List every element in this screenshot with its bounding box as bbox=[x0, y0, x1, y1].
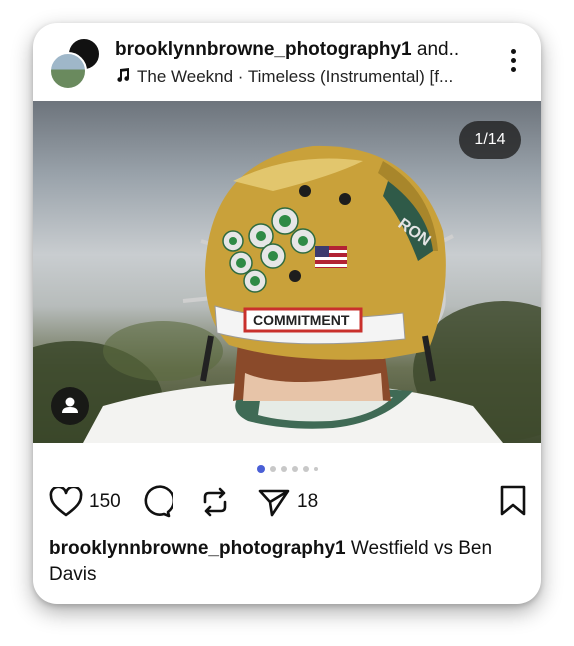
share-count[interactable]: 18 bbox=[297, 491, 318, 513]
repost-action[interactable] bbox=[199, 481, 231, 523]
author-avatars[interactable] bbox=[49, 37, 103, 91]
post-actions: 150 18 bbox=[49, 481, 529, 523]
carousel-dot bbox=[270, 465, 276, 472]
post-caption: brooklynnbrowne_photography1 Westfield v… bbox=[49, 536, 519, 588]
heart-icon[interactable] bbox=[49, 487, 83, 517]
bookmark-icon[interactable] bbox=[499, 485, 527, 517]
share-action[interactable]: 18 bbox=[257, 481, 318, 523]
carousel-dot bbox=[257, 464, 265, 473]
music-note-icon bbox=[115, 67, 131, 88]
music-track: The Weeknd · Timeless (Instrumental) [f.… bbox=[137, 67, 454, 86]
carousel-page-counter: 1/14 bbox=[459, 121, 521, 159]
like-count[interactable]: 150 bbox=[89, 491, 121, 513]
coauthors-suffix[interactable]: and.. bbox=[412, 39, 459, 60]
carousel-dot bbox=[303, 465, 309, 472]
author-avatar[interactable] bbox=[49, 52, 87, 90]
carousel-indicator bbox=[257, 460, 323, 473]
carousel-dot bbox=[281, 465, 287, 472]
more-vert-icon[interactable] bbox=[503, 49, 523, 79]
caption-username[interactable]: brooklynnbrowne_photography1 bbox=[49, 538, 346, 559]
comment-action[interactable] bbox=[139, 481, 173, 523]
bookmark-action[interactable] bbox=[499, 485, 527, 522]
post-card: brooklynnbrowne_photography1 and.. The W… bbox=[33, 23, 541, 604]
author-username[interactable]: brooklynnbrowne_photography1 bbox=[115, 39, 412, 60]
carousel-dot bbox=[292, 465, 298, 472]
post-authors[interactable]: brooklynnbrowne_photography1 and.. bbox=[115, 39, 487, 61]
repost-icon[interactable] bbox=[199, 485, 231, 519]
carousel-dot bbox=[314, 466, 318, 471]
share-icon[interactable] bbox=[257, 485, 291, 519]
user-tag-icon[interactable] bbox=[51, 387, 89, 425]
music-attribution[interactable]: The Weeknd · Timeless (Instrumental) [f.… bbox=[115, 67, 487, 88]
post-image[interactable]: RON COMMITMENT 1/14 bbox=[33, 101, 541, 443]
comment-icon[interactable] bbox=[139, 485, 173, 519]
helmet-sticker-text: COMMITMENT bbox=[253, 312, 350, 328]
like-action[interactable]: 150 bbox=[49, 481, 121, 523]
